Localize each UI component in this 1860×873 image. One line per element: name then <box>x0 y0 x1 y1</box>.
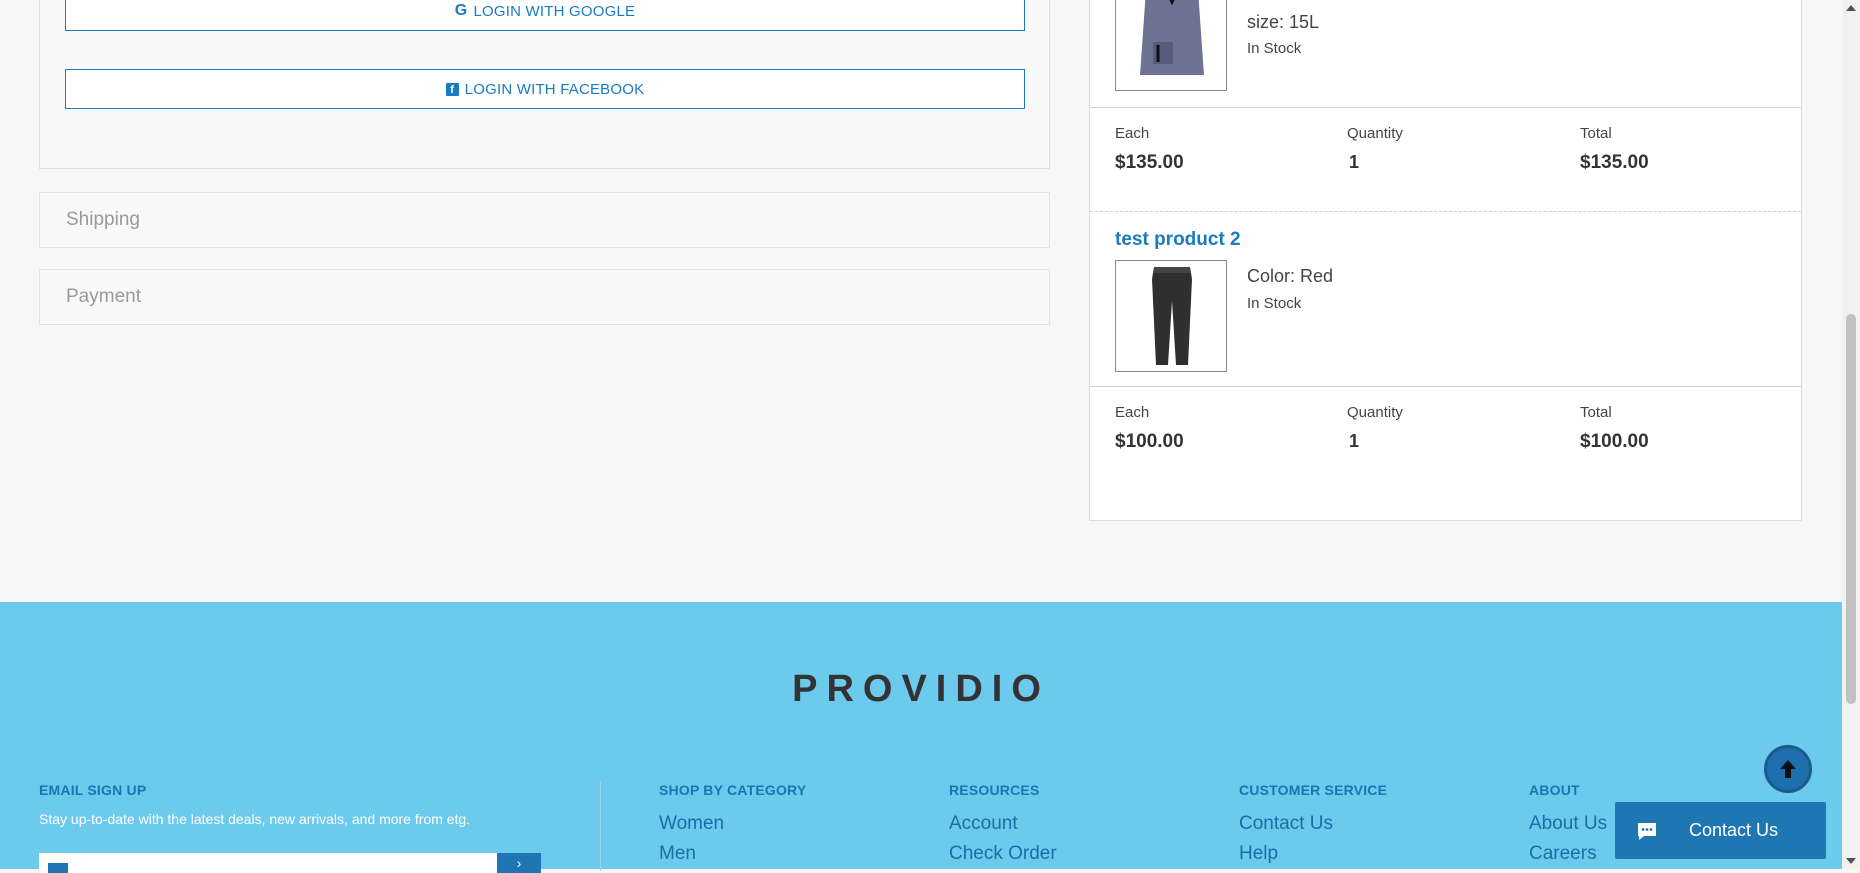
footer-brand-logo[interactable]: PROVIDIO <box>0 668 1842 711</box>
footer-link-contact-us[interactable]: Contact Us <box>1239 813 1333 835</box>
login-with-facebook-button[interactable]: f LOGIN WITH FACEBOOK <box>65 69 1025 109</box>
product-2-total: $100.00 <box>1580 431 1649 452</box>
product-2-stock: In Stock <box>1247 295 1302 312</box>
footer-col-customer-service-title: CUSTOMER SERVICE <box>1239 782 1388 798</box>
divider <box>1090 107 1801 108</box>
google-button-label: LOGIN WITH GOOGLE <box>473 2 636 20</box>
contact-us-widget-label: Contact Us <box>1689 820 1779 840</box>
payment-section-header[interactable]: Payment <box>39 269 1050 325</box>
arrow-up-icon <box>1780 760 1796 778</box>
email-signup-note: Stay up-to-date with the latest deals, n… <box>39 811 471 827</box>
product-1-stock: In Stock <box>1247 40 1302 57</box>
footer-link-careers[interactable]: Careers <box>1529 843 1597 865</box>
item-separator <box>1090 211 1801 212</box>
product-1-qty-label: Quantity <box>1347 125 1403 142</box>
product-1-total: $135.00 <box>1580 152 1649 173</box>
product-2-each-price: $100.00 <box>1115 431 1184 452</box>
facebook-icon: f <box>445 82 459 96</box>
payment-title: Payment <box>66 286 141 307</box>
shipping-section-header[interactable]: Shipping <box>39 192 1050 248</box>
footer-link-women[interactable]: Women <box>659 813 724 835</box>
product-1-size: size: 15L <box>1247 12 1320 32</box>
site-footer: PROVIDIO EMAIL SIGN UP Stay up-to-date w… <box>0 602 1842 873</box>
divider <box>1090 386 1801 387</box>
footer-link-about-us[interactable]: About Us <box>1529 813 1607 835</box>
scrollbar-thumb[interactable] <box>1846 314 1856 704</box>
checkout-page: G LOGIN WITH GOOGLE f LOGIN WITH FACEBOO… <box>0 0 1842 873</box>
product-1-total-label: Total <box>1580 125 1612 142</box>
login-card: G LOGIN WITH GOOGLE f LOGIN WITH FACEBOO… <box>39 0 1050 169</box>
email-signup-submit-button[interactable]: › <box>497 853 541 873</box>
footer-col-about-title: ABOUT <box>1529 782 1580 798</box>
product-1-each-price: $135.00 <box>1115 152 1184 173</box>
footer-col-shop-title: SHOP BY CATEGORY <box>659 782 807 798</box>
scroll-up-arrow[interactable] <box>1846 5 1856 11</box>
footer-link-check-order[interactable]: Check Order <box>949 843 1057 865</box>
shirt-image <box>1116 0 1226 90</box>
mail-icon <box>48 863 68 873</box>
product-2-link[interactable]: test product 2 <box>1115 229 1241 251</box>
product-1-image[interactable] <box>1115 0 1227 91</box>
scroll-down-arrow[interactable] <box>1846 858 1856 864</box>
google-icon: G <box>454 2 468 19</box>
product-2-total-label: Total <box>1580 404 1612 421</box>
product-2-qty: 1 <box>1349 431 1360 451</box>
product-2-image[interactable] <box>1115 260 1227 372</box>
chat-icon <box>1635 819 1659 843</box>
login-with-google-button[interactable]: G LOGIN WITH GOOGLE <box>65 0 1025 31</box>
product-1-qty: 1 <box>1349 152 1360 172</box>
footer-link-men[interactable]: Men <box>659 843 696 865</box>
email-signup-input[interactable] <box>39 853 497 873</box>
footer-link-account[interactable]: Account <box>949 813 1018 835</box>
pants-image <box>1116 261 1226 371</box>
footer-divider <box>600 781 601 871</box>
shipping-title: Shipping <box>66 209 140 230</box>
footer-col-resources-title: RESOURCES <box>949 782 1040 798</box>
product-2-color: Color: Red <box>1247 266 1334 286</box>
email-signup-title: EMAIL SIGN UP <box>39 782 147 798</box>
page-scrollbar[interactable] <box>1842 0 1860 869</box>
order-summary: size: 15L In Stock Each $135.00 Quantity… <box>1089 0 1802 521</box>
product-2-each-label: Each <box>1115 404 1150 421</box>
back-to-top-button[interactable] <box>1764 745 1812 793</box>
contact-us-chat-widget[interactable]: Contact Us <box>1615 802 1826 859</box>
product-1-each-label: Each <box>1115 125 1150 142</box>
product-2-qty-label: Quantity <box>1347 404 1403 421</box>
footer-link-help[interactable]: Help <box>1239 843 1278 865</box>
facebook-button-label: LOGIN WITH FACEBOOK <box>464 80 645 98</box>
